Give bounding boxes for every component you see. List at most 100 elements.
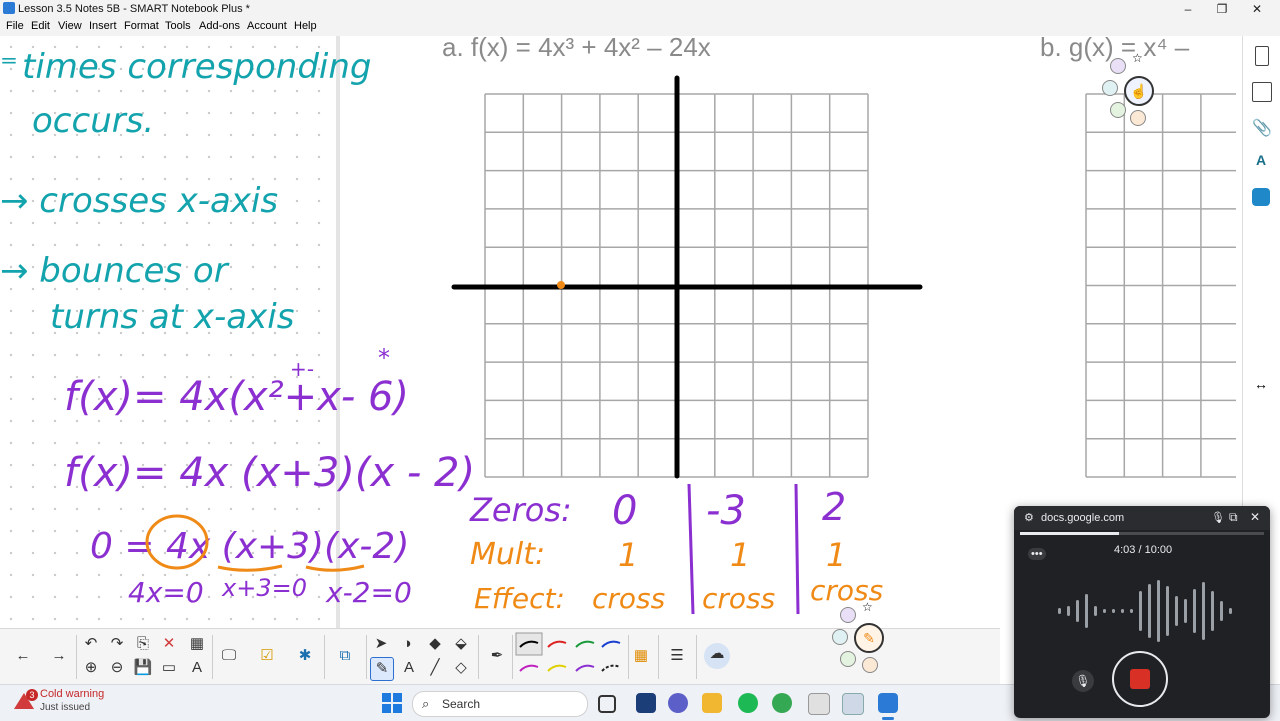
next-page-icon[interactable]: → [48,645,70,667]
gallery-icon[interactable] [1252,82,1272,102]
swatch-magenta[interactable] [519,664,539,672]
mult-label: Mult: [470,537,545,572]
app-icon-2[interactable] [842,693,864,715]
shapes-icon[interactable]: ◑ [396,633,418,655]
eraser-icon[interactable]: ◆ [424,633,446,655]
attachments-icon[interactable]: 📎 [1252,118,1272,137]
response-check-icon[interactable]: ☑ [256,645,278,667]
wave-bar [1076,600,1079,622]
table-icon[interactable]: ▦ [186,633,208,655]
mult-value-1: 1 [618,536,638,574]
green-pen-icon-2[interactable] [840,651,856,667]
delete-icon[interactable]: ✕ [158,633,180,655]
swatch-green[interactable] [575,640,595,648]
line-style-icon[interactable]: ☰ [666,645,688,667]
pen-tool-icon[interactable]: ✎ [370,657,394,681]
line-icon[interactable]: ╱ [424,657,446,679]
redo-icon[interactable]: ↷ [106,633,128,655]
floating-pen-palette-top[interactable]: ☝ ☆ [1102,50,1158,130]
swatch-dashed[interactable] [601,664,621,672]
effect-value-1: cross [592,582,665,615]
purple-pen-icon[interactable] [1110,58,1126,74]
more-options[interactable]: ••• [1028,548,1046,560]
cloud-icon[interactable]: ☁ [704,643,730,669]
zero-point-marker [557,281,565,289]
zero-value-2: -3 [706,488,746,534]
menu-insert[interactable]: Insert [89,20,117,32]
tune-icon[interactable]: ⚙ [1024,511,1034,524]
wave-bar [1130,609,1133,613]
taskbar-search[interactable]: ⌕ Search [412,691,588,717]
color-palette-icon[interactable]: ▦ [630,645,652,667]
spotify-icon[interactable] [738,693,758,713]
swatch-black-selected[interactable] [515,632,543,656]
menu-view[interactable]: View [58,20,82,32]
swatch-red[interactable] [547,640,567,648]
start-windows-icon[interactable] [382,693,402,713]
menu-account[interactable]: Account [247,20,287,32]
weather-subtitle: Just issued [40,702,91,713]
maximize-button[interactable]: ❐ [1205,0,1239,18]
menu-format[interactable]: Format [124,20,159,32]
menu-edit[interactable]: Edit [31,20,50,32]
orange-pen-icon[interactable] [1130,110,1146,126]
addons-icon[interactable]: ✱ [294,645,316,667]
task-view-icon[interactable] [598,695,616,713]
recorder-popup[interactable]: ⚙ docs.google.com 🎙 ⧉ ✕ ••• 4:03 / 10:00… [1014,506,1270,718]
save-icon[interactable]: 💾 [132,657,154,679]
wave-bar [1211,591,1214,631]
snipping-tool-icon[interactable] [808,693,830,715]
add-page-icon[interactable]: ⊕ [80,657,102,679]
text-icon[interactable]: A [398,657,420,679]
menu-addons[interactable]: Add-ons [199,20,240,32]
purple-pen-icon-2[interactable] [840,607,856,623]
expand-arrows-icon[interactable]: ↔ [1252,376,1270,394]
close-popup-icon[interactable]: ✕ [1250,510,1260,524]
page-sorter-icon[interactable] [1255,46,1269,66]
display-icon[interactable]: 🖵 [218,645,240,667]
teams-icon[interactable] [668,693,688,713]
mic-icon[interactable]: 🎙 [1072,670,1094,692]
swatch-blue[interactable] [601,640,621,648]
open-in-new-icon[interactable]: ⧉ [1229,510,1238,525]
mic-small-icon[interactable]: 🎙 [1211,511,1225,524]
delete-page-icon[interactable]: ⊖ [106,657,128,679]
pointer-hand-icon[interactable]: ☝ [1124,76,1154,106]
orange-pen-icon-2[interactable] [862,657,878,673]
previous-page-icon[interactable]: ← [12,645,34,667]
floating-pen-palette-bottom[interactable]: ☆ ✎ [830,599,886,679]
note-line-3: → crosses x-axis [0,181,278,221]
fill-icon[interactable]: ⬙ [450,633,472,655]
addons-puzzle-icon[interactable] [1252,188,1270,206]
pen-color-swatches[interactable] [514,631,626,683]
teal-pen-icon-2[interactable] [832,629,848,645]
green-pen-icon[interactable] [1110,102,1126,118]
screen-shade-icon[interactable]: ▭ [158,657,180,679]
weather-widget[interactable]: 3 [14,689,38,711]
wave-bar [1112,609,1115,613]
menu-tools[interactable]: Tools [165,20,191,32]
teal-pen-icon[interactable] [1102,80,1118,96]
favorites-star-icon-2[interactable]: ☆ [862,601,874,613]
favorites-star-icon[interactable]: ☆ [1132,52,1144,64]
smart-notebook-taskbar-icon[interactable] [878,693,898,713]
undo-icon[interactable]: ↶ [80,633,102,655]
menu-file[interactable]: File [6,20,24,32]
select-arrow-icon[interactable]: ➤ [370,633,392,655]
pen-icon[interactable]: ✒ [486,645,508,667]
active-orange-pen-icon[interactable]: ✎ [854,623,884,653]
minimize-button[interactable]: – [1171,0,1205,18]
chrome-icon[interactable] [772,693,792,713]
close-window-button[interactable]: ✕ [1240,0,1274,18]
app-icon-1[interactable] [636,693,656,713]
file-explorer-icon[interactable] [702,693,722,713]
properties-icon[interactable]: A [1252,152,1270,170]
widgets-icon[interactable]: ⧉ [334,645,356,667]
stop-button[interactable] [1112,651,1168,707]
magic-eraser-icon[interactable]: ◇ [450,657,472,679]
paste-icon[interactable]: ⎘ [132,633,154,655]
swatch-yellow[interactable] [547,664,567,672]
text-tool-icon[interactable]: A [186,657,208,679]
menu-help[interactable]: Help [294,20,317,32]
swatch-purple[interactable] [575,664,595,672]
